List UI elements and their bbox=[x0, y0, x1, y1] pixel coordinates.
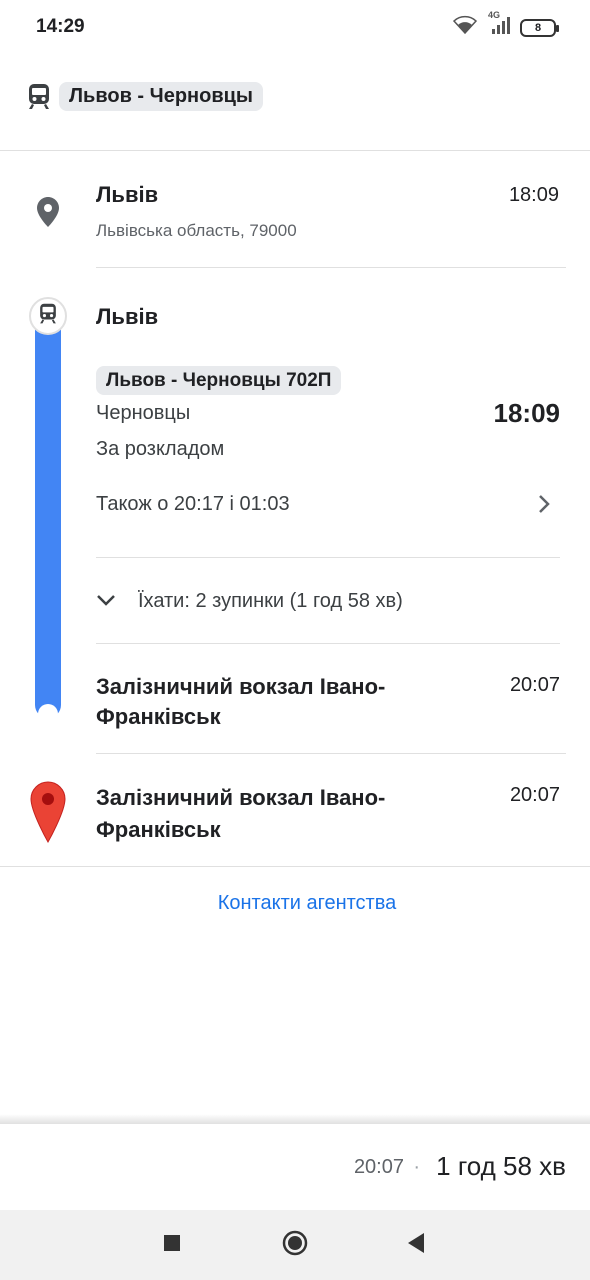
status-time: 14:29 bbox=[36, 16, 85, 37]
route-header: Львов - Черновцы bbox=[0, 70, 590, 124]
alight-time: 20:07 bbox=[509, 674, 560, 696]
home-button[interactable] bbox=[280, 1230, 310, 1260]
summary-duration: 1 год 58 хв bbox=[436, 1151, 566, 1181]
triangle-back-icon bbox=[406, 1232, 426, 1259]
header-divider bbox=[0, 150, 590, 151]
origin-name: Львів bbox=[96, 182, 159, 207]
line-name-chip[interactable]: Львов - Черновцы 702П bbox=[96, 366, 342, 395]
transit-line bbox=[35, 318, 61, 718]
red-pin-icon bbox=[29, 780, 67, 849]
back-button[interactable] bbox=[401, 1230, 431, 1260]
transit-start-node bbox=[29, 297, 67, 335]
schedule-status: За розкладом bbox=[96, 438, 225, 460]
recents-button[interactable] bbox=[157, 1230, 187, 1260]
chevron-down-icon bbox=[96, 594, 116, 613]
circle-icon bbox=[281, 1229, 309, 1262]
square-icon bbox=[163, 1234, 181, 1257]
divider bbox=[96, 753, 566, 754]
departure-time: 18:09 bbox=[493, 398, 561, 428]
wifi-icon bbox=[452, 15, 478, 40]
origin-address: Львівська область, 79000 bbox=[96, 221, 297, 240]
headsign: Черновцы bbox=[96, 402, 191, 424]
ride-stops-toggle[interactable]: Їхати: 2 зупинки (1 год 58 хв) bbox=[96, 576, 560, 628]
summary-arrival-time: 20:07 bbox=[353, 1156, 404, 1178]
route-title-chip[interactable]: Львов - Черновцы bbox=[59, 82, 264, 111]
summary-shadow bbox=[0, 1114, 590, 1124]
divider bbox=[96, 557, 560, 558]
origin-time: 18:09 bbox=[508, 184, 559, 206]
summary-separator: · bbox=[413, 1156, 420, 1178]
network-type-label: 4G bbox=[488, 10, 501, 20]
status-icons: 4G 8 bbox=[452, 10, 559, 40]
ride-summary: Їхати: 2 зупинки (1 год 58 хв) bbox=[138, 590, 403, 612]
divider bbox=[96, 267, 566, 268]
trip-summary-bar[interactable]: 20:07 · 1 год 58 хв bbox=[0, 1124, 590, 1210]
destination-name: Залізничний вокзал Івано-Франківськ bbox=[96, 785, 386, 842]
agency-contacts-link[interactable]: Контакти агентства bbox=[0, 892, 590, 915]
system-nav-bar bbox=[0, 1210, 590, 1280]
transit-end-node bbox=[38, 704, 58, 724]
alight-stop-name: Залізничний вокзал Івано-Франківськ bbox=[96, 674, 386, 729]
place-marker-icon bbox=[36, 196, 60, 233]
divider bbox=[0, 866, 590, 867]
also-departures-row[interactable]: Також о 20:17 і 01:03 bbox=[96, 478, 566, 530]
destination-time: 20:07 bbox=[509, 784, 560, 806]
train-icon bbox=[38, 303, 58, 330]
status-bar: 14:29 4G 8 bbox=[0, 0, 590, 54]
divider bbox=[96, 643, 560, 644]
also-departures-text: Також о 20:17 і 01:03 bbox=[96, 493, 290, 515]
board-stop-name: Львів bbox=[96, 304, 159, 329]
chevron-right-icon bbox=[538, 494, 550, 519]
cellular-signal-icon: 4G bbox=[486, 10, 512, 40]
train-icon bbox=[27, 83, 51, 116]
battery-icon: 8 bbox=[520, 18, 559, 37]
